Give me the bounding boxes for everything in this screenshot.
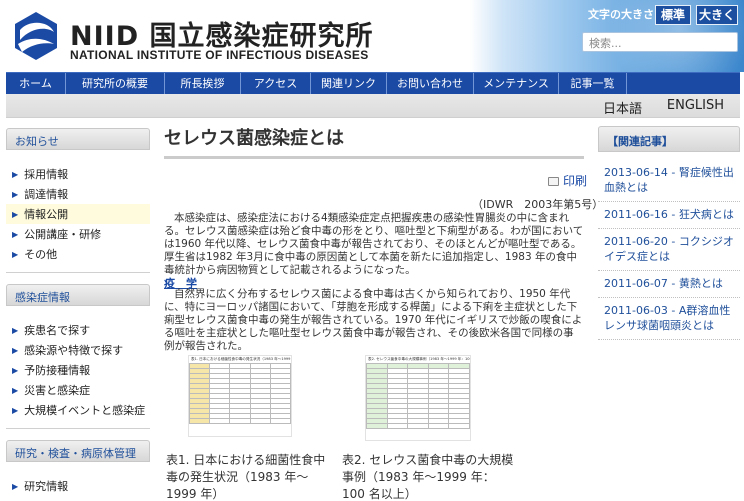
language-english[interactable]: ENGLISH [667, 98, 724, 113]
sidebar-item-label: 研究情報 [24, 480, 69, 493]
sidebar-item-by-source[interactable]: ▶ 感染源や特徴で探す [6, 340, 150, 360]
related-article-link[interactable]: 2011-06-16 - 狂犬病とは [598, 202, 740, 229]
nav-director-greeting[interactable]: 所長挨拶 [165, 73, 241, 95]
triangle-bullet-icon: ▶ [12, 385, 19, 395]
search-input[interactable]: 検索... [582, 32, 738, 52]
sidebar-item-label: 疾患名で探す [24, 324, 91, 337]
sidebar-item-label: 感染源や特徴で探す [24, 344, 124, 357]
intro-paragraph: 本感染症は、感染症法における4類感染症定点把握疾患の感染性胃腸炎の中に含まれる。… [164, 212, 584, 276]
sidebar-item-disclosure[interactable]: ▶ 情報公開 [6, 204, 150, 224]
epidemiology-paragraph: 自然界に広く分布するセレウス菌による食中毒は古くから知られており、1950 年代… [164, 288, 583, 352]
sidebar-research-list: ▶ 研究情報 [6, 476, 150, 496]
sidebar-item-procurement[interactable]: ▶ 調達情報 [6, 184, 150, 204]
table2-thumb-grid [366, 363, 470, 429]
triangle-bullet-icon: ▶ [12, 209, 19, 219]
sidebar-item-label: 公開講座・研修 [24, 228, 102, 241]
sidebar-item-label: 大規模イベントと感染症 [24, 404, 146, 417]
related-articles-heading: 【関連記事】 [598, 126, 740, 152]
table1-caption: 表1. 日本における細菌性食中毒の発生状況（1983 年〜1999 年） [166, 453, 326, 501]
sidebar-item-label: 情報公開 [24, 208, 69, 221]
related-articles-list: 2013-06-14 - 腎症候性出血熱とは 2011-06-16 - 狂犬病と… [598, 160, 740, 340]
triangle-bullet-icon: ▶ [12, 169, 19, 179]
triangle-bullet-icon: ▶ [12, 481, 19, 491]
related-article-link[interactable]: 2011-06-20 - コクシジオイデス症とは [598, 229, 740, 271]
niid-logo-icon[interactable] [10, 10, 62, 62]
source-citation: （IDWR 2003年第5号） [472, 198, 604, 211]
sidebar-item-research[interactable]: ▶ 研究情報 [6, 476, 150, 496]
sidebar-item-by-disease[interactable]: ▶ 疾患名で探す [6, 320, 150, 340]
sidebar-item-mass-events[interactable]: ▶ 大規模イベントと感染症 [6, 400, 150, 420]
nav-maintenance[interactable]: メンテナンス [474, 73, 559, 95]
sidebar-disease-heading: 感染症情報 [6, 284, 150, 306]
related-article-link[interactable]: 2011-06-07 - 黄熱とは [598, 271, 740, 298]
table2-thumbnail[interactable]: 表2. セレウス菌食中毒の大規模事例（1983 年〜1999 年：100 名以上… [365, 355, 471, 441]
sidebar-item-label: 採用情報 [24, 168, 69, 181]
table2-caption: 表2. セレウス菌食中毒の大規模事例（1983 年〜1999 年：100 名以上… [342, 453, 514, 501]
sidebar-item-vaccination[interactable]: ▶ 予防接種情報 [6, 360, 150, 380]
main-nav: ホーム 研究所の概要 所長挨拶 アクセス 関連リンク お問い合わせ メンテナンス… [6, 72, 740, 95]
sidebar-item-training[interactable]: ▶ 公開講座・研修 [6, 224, 150, 244]
triangle-bullet-icon: ▶ [12, 325, 19, 335]
sidebar-item-label: 調達情報 [24, 188, 69, 201]
nav-home[interactable]: ホーム [6, 73, 66, 95]
font-size-label: 文字の大きさ [588, 8, 654, 21]
triangle-bullet-icon: ▶ [12, 345, 19, 355]
sidebar-disease-list: ▶ 疾患名で探す ▶ 感染源や特徴で探す ▶ 予防接種情報 ▶ 災害と感染症 ▶ 大規模イ… [6, 320, 150, 420]
nav-about[interactable]: 研究所の概要 [66, 73, 165, 95]
page-title: セレウス菌感染症とは [164, 124, 584, 159]
sidebar-divider [6, 272, 150, 273]
site-header: NIID 国立感染症研究所 NATIONAL INSTITUTE OF INFE… [0, 0, 744, 72]
sidebar-research-heading: 研究・検査・病原体管理 [6, 440, 150, 462]
table2-thumb-title: 表2. セレウス菌食中毒の大規模事例（1983 年〜1999 年：100 名以上… [368, 357, 470, 361]
triangle-bullet-icon: ▶ [12, 229, 19, 239]
font-normal-button[interactable]: 標準 [655, 5, 691, 25]
table1-thumbnail[interactable]: 表1. 日本における細菌性食中毒の発生状況（1983 年〜1999 年） [188, 355, 292, 437]
nav-related-links[interactable]: 関連リンク [311, 73, 387, 95]
sidebar-item-disaster[interactable]: ▶ 災害と感染症 [6, 380, 150, 400]
related-article-link[interactable]: 2013-06-14 - 腎症候性出血熱とは [598, 160, 740, 202]
logo-title-en[interactable]: NATIONAL INSTITUTE OF INFECTIOUS DISEASE… [70, 48, 369, 62]
related-article-link[interactable]: 2011-06-03 - A群溶血性レンサ球菌咽頭炎とは [598, 298, 740, 340]
sidebar-item-other[interactable]: ▶ その他 [6, 244, 150, 264]
printer-icon [548, 177, 559, 186]
table1-thumb-title: 表1. 日本における細菌性食中毒の発生状況（1983 年〜1999 年） [191, 357, 291, 361]
language-japanese[interactable]: 日本語 [603, 98, 642, 117]
font-large-button[interactable]: 大きく [696, 5, 738, 25]
triangle-bullet-icon: ▶ [12, 249, 19, 259]
nav-access[interactable]: アクセス [241, 73, 311, 95]
nav-contact[interactable]: お問い合わせ [387, 73, 474, 95]
print-link[interactable]: 印刷 [548, 172, 587, 189]
sidebar-item-label: 災害と感染症 [24, 384, 91, 397]
triangle-bullet-icon: ▶ [12, 405, 19, 415]
nav-article-list[interactable]: 記事一覧 [559, 73, 627, 95]
triangle-bullet-icon: ▶ [12, 189, 19, 199]
sidebar-news-list: ▶ 採用情報 ▶ 調達情報 ▶ 情報公開 ▶ 公開講座・研修 ▶ その他 [6, 164, 150, 264]
sidebar-item-label: その他 [24, 248, 58, 261]
triangle-bullet-icon: ▶ [12, 365, 19, 375]
table1-thumb-grid [188, 363, 292, 424]
sidebar-item-recruitment[interactable]: ▶ 採用情報 [6, 164, 150, 184]
sidebar-news-heading: お知らせ [6, 128, 150, 150]
sidebar-divider [6, 428, 150, 429]
print-label: 印刷 [563, 174, 588, 188]
language-bar: 日本語 ENGLISH [6, 94, 740, 118]
sidebar-item-label: 予防接種情報 [24, 364, 91, 377]
